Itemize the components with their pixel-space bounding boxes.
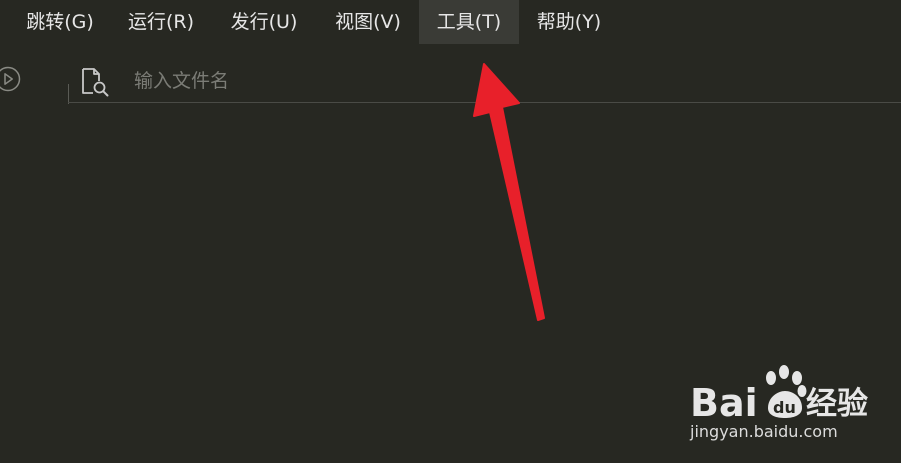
menu-publish[interactable]: 发行(U) [218,0,310,44]
menu-bar: 跳转(G) 运行(R) 发行(U) 视图(V) 工具(T) 帮助(Y) [0,0,901,44]
svg-text:Bai: Bai [690,381,758,422]
file-search-icon[interactable] [80,67,110,97]
search-bottom-border [68,102,901,103]
toolbar [0,44,901,106]
svg-text:经验: 经验 [806,386,868,422]
menu-view[interactable]: 视图(V) [322,0,414,44]
watermark-url: jingyan.baidu.com [690,422,838,441]
play-circle-icon[interactable] [0,65,22,93]
file-search-input[interactable] [134,66,834,96]
baidu-logo-icon: Bai du 经验 [690,365,868,422]
file-search-box [68,56,901,104]
menu-help[interactable]: 帮助(Y) [524,0,614,44]
search-left-border [68,84,69,104]
menu-run[interactable]: 运行(R) [116,0,206,44]
baidu-jingyan-watermark: Bai du 经验 jingyan.baidu.com [688,360,888,455]
menu-goto[interactable]: 跳转(G) [12,0,108,44]
svg-text:du: du [773,398,796,417]
menu-tools[interactable]: 工具(T) [419,0,519,44]
